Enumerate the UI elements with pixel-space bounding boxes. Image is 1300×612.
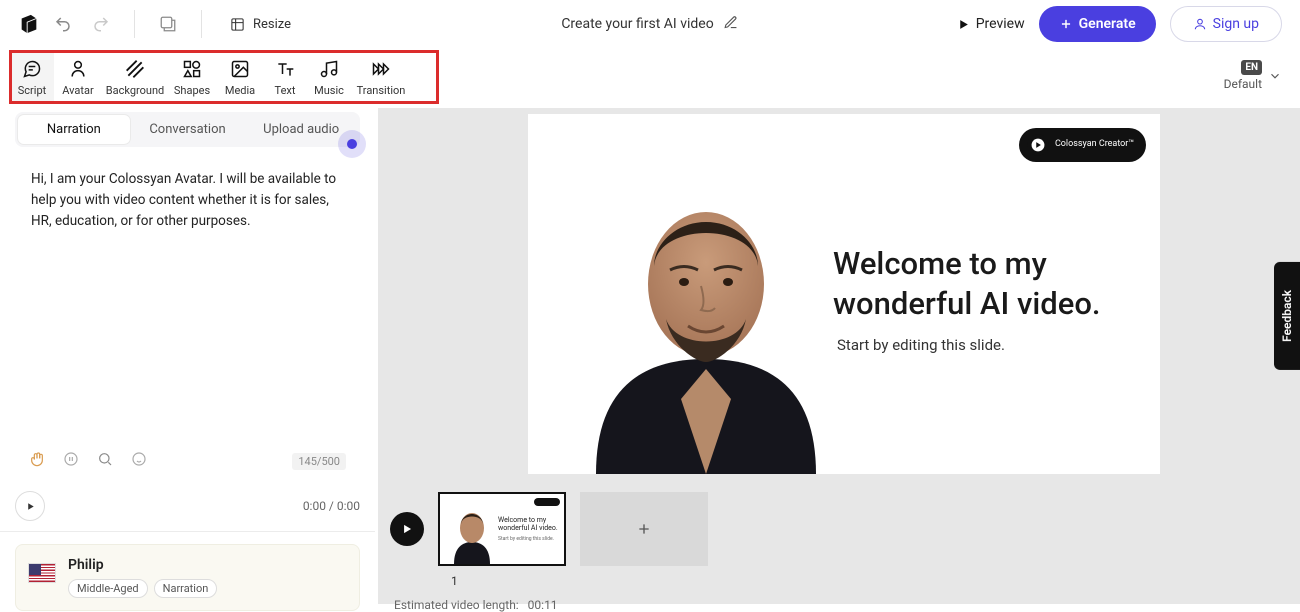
edit-title-icon[interactable] bbox=[724, 15, 739, 34]
avatar-figure[interactable] bbox=[566, 174, 846, 474]
divider bbox=[201, 10, 202, 38]
tool-label: Media bbox=[225, 84, 255, 97]
tool-background[interactable]: Background bbox=[102, 50, 168, 104]
tool-label: Text bbox=[275, 84, 296, 97]
language-name: Default bbox=[1224, 77, 1262, 91]
tool-transition[interactable]: Transition bbox=[352, 50, 410, 104]
tool-label: Music bbox=[314, 84, 344, 97]
script-icon bbox=[22, 58, 42, 80]
tool-shapes[interactable]: Shapes bbox=[168, 50, 216, 104]
music-icon bbox=[319, 58, 339, 80]
mini-brand-icon bbox=[534, 498, 560, 506]
emoji-icon[interactable] bbox=[131, 451, 147, 471]
tool-label: Avatar bbox=[62, 84, 93, 97]
tool-text[interactable]: Text bbox=[264, 50, 306, 104]
est-length-value: 00:11 bbox=[528, 598, 558, 612]
tool-music[interactable]: Music bbox=[306, 50, 352, 104]
divider bbox=[134, 10, 135, 38]
resize-button[interactable]: Resize bbox=[220, 11, 301, 38]
brand-text: Colossyan Creator™ bbox=[1055, 140, 1134, 150]
transition-icon bbox=[370, 58, 392, 80]
mini-sub: Start by editing this slide. bbox=[498, 536, 554, 542]
slide-thumbnail-1[interactable]: Welcome to my wonderful AI video. Start … bbox=[438, 492, 566, 566]
slide-heading[interactable]: Welcome to my wonderful AI video. bbox=[833, 244, 1136, 325]
signup-button[interactable]: Sign up bbox=[1170, 6, 1282, 42]
tool-label: Background bbox=[106, 84, 164, 97]
mini-avatar bbox=[452, 508, 492, 564]
app-logo[interactable] bbox=[18, 13, 40, 35]
generate-label: Generate bbox=[1079, 16, 1136, 32]
flag-us-icon bbox=[28, 563, 56, 583]
avatar-icon bbox=[68, 58, 88, 80]
script-textarea[interactable]: Hi, I am your Colossyan Avatar. I will b… bbox=[31, 169, 344, 232]
playback-time: 0:00 / 0:00 bbox=[303, 499, 360, 513]
brand-badge: Colossyan Creator™ bbox=[1019, 128, 1146, 162]
attention-indicator bbox=[338, 130, 366, 158]
divider bbox=[0, 531, 375, 532]
tab-narration[interactable]: Narration bbox=[18, 115, 130, 144]
layout-button[interactable] bbox=[153, 9, 183, 39]
language-badge: EN bbox=[1241, 60, 1262, 75]
play-script-button[interactable] bbox=[15, 491, 45, 521]
play-timeline-button[interactable] bbox=[390, 512, 424, 546]
preview-label: Preview bbox=[976, 16, 1025, 32]
tool-label: Transition bbox=[357, 84, 406, 97]
tool-avatar[interactable]: Avatar bbox=[54, 50, 102, 104]
project-title: Create your first AI video bbox=[561, 16, 713, 32]
tool-media[interactable]: Media bbox=[216, 50, 264, 104]
slide-subheading[interactable]: Start by editing this slide. bbox=[837, 336, 1005, 354]
gesture-icon[interactable] bbox=[29, 451, 45, 471]
char-counter: 145/500 bbox=[292, 453, 346, 470]
tool-label: Script bbox=[18, 84, 46, 97]
background-icon bbox=[125, 58, 145, 80]
thumbnail-number: 1 bbox=[451, 574, 458, 588]
feedback-tab[interactable]: Feedback bbox=[1274, 262, 1300, 370]
redo-button[interactable] bbox=[86, 9, 116, 39]
add-slide-button[interactable] bbox=[580, 492, 708, 566]
generate-button[interactable]: Generate bbox=[1039, 6, 1156, 42]
text-icon bbox=[275, 58, 295, 80]
preview-button[interactable]: Preview bbox=[957, 16, 1025, 32]
undo-button[interactable] bbox=[48, 9, 78, 39]
pause-icon[interactable] bbox=[63, 451, 79, 471]
signup-label: Sign up bbox=[1213, 16, 1259, 32]
avatar-name: Philip bbox=[68, 557, 217, 573]
resize-label: Resize bbox=[253, 17, 291, 32]
avatar-chip: Middle-Aged bbox=[68, 579, 148, 598]
chevron-down-icon bbox=[1268, 69, 1282, 83]
mini-heading: Welcome to my wonderful AI video. bbox=[498, 516, 558, 533]
avatar-chip: Narration bbox=[154, 579, 218, 598]
avatar-card[interactable]: Philip Middle-Aged Narration bbox=[15, 544, 360, 611]
lookup-icon[interactable] bbox=[97, 451, 113, 471]
media-icon bbox=[230, 58, 250, 80]
slide-canvas[interactable]: Colossyan Creator™ Welcome to my wonderf… bbox=[528, 114, 1160, 474]
tool-script[interactable]: Script bbox=[10, 50, 54, 104]
language-selector[interactable]: EN Default bbox=[1224, 60, 1282, 91]
shapes-icon bbox=[182, 58, 202, 80]
tab-conversation[interactable]: Conversation bbox=[132, 115, 244, 144]
est-length-label: Estimated video length: bbox=[394, 598, 519, 612]
tool-label: Shapes bbox=[174, 84, 210, 97]
